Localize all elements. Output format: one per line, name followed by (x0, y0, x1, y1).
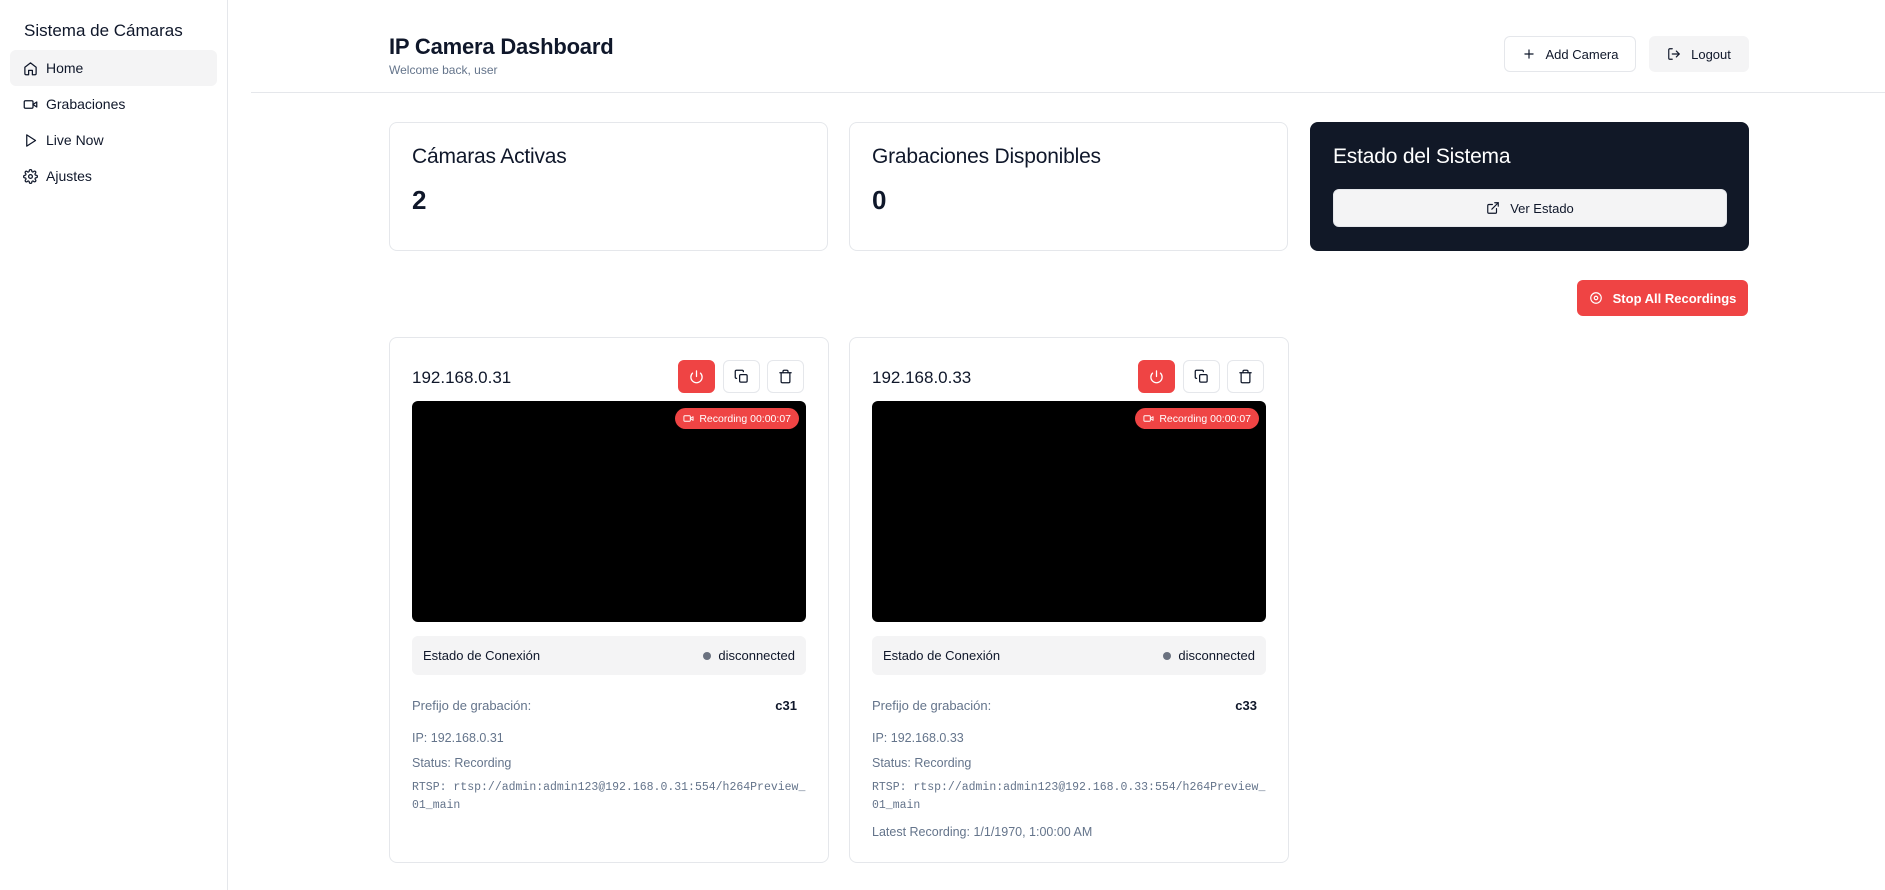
ver-estado-label: Ver Estado (1510, 200, 1574, 216)
recording-badge: Recording 00:00:07 (675, 408, 799, 429)
active-cameras-label: Cámaras Activas (412, 145, 567, 168)
sidebar-item-ajustes[interactable]: Ajustes (10, 158, 217, 194)
video-feed[interactable]: Recording 00:00:07 (412, 401, 806, 622)
ver-estado-button[interactable]: Ver Estado (1333, 189, 1727, 227)
camera-status: Status: Recording (412, 756, 512, 770)
connection-status-text: disconnected (718, 648, 795, 663)
stop-all-recordings-button[interactable]: Stop All Recordings (1577, 280, 1748, 316)
add-camera-button[interactable]: Add Camera (1504, 36, 1636, 72)
connection-status-text: disconnected (1178, 648, 1255, 663)
sidebar-item-label: Live Now (46, 132, 104, 148)
camera-title: 192.168.0.33 (872, 368, 972, 387)
page-header: IP Camera Dashboard Welcome back, user A… (251, 0, 1885, 93)
sidebar-item-label: Ajustes (46, 168, 92, 184)
logout-button[interactable]: Logout (1649, 36, 1749, 72)
external-link-icon (1487, 202, 1500, 214)
camera-rtsp: RTSP: rtsp://admin:admin123@192.168.0.33… (872, 781, 1266, 812)
logout-icon (1668, 48, 1680, 60)
gear-icon (23, 168, 38, 184)
connection-status-row: Estado de Conexión disconnected (412, 636, 806, 675)
video-feed[interactable]: Recording 00:00:07 (872, 401, 1266, 622)
plus-icon (1523, 49, 1534, 59)
active-cameras-value: 2 (412, 185, 427, 215)
recordings-label: Grabaciones Disponibles (872, 145, 1101, 168)
camera-ip: IP: 192.168.0.33 (872, 731, 964, 745)
power-button[interactable] (678, 360, 715, 393)
system-status-label: Estado del Sistema (1333, 145, 1511, 168)
stop-all-label: Stop All Recordings (1612, 290, 1737, 306)
sidebar-nav: Home Grabaciones Live Now Ajustes (0, 50, 227, 194)
camera-status: Status: Recording (872, 756, 972, 770)
trash-icon (779, 369, 792, 384)
logout-label: Logout (1691, 46, 1731, 62)
connection-status-row: Estado de Conexión disconnected (872, 636, 1266, 675)
prefix-label: Prefijo de grabación: (412, 698, 532, 713)
copy-button[interactable] (723, 360, 760, 393)
page-title: IP Camera Dashboard (389, 34, 614, 59)
status-dot (1163, 651, 1172, 660)
camera-ip: IP: 192.168.0.31 (412, 731, 504, 745)
prefix-value: c31 (775, 698, 797, 713)
copy-icon (1194, 369, 1208, 383)
recording-badge-text: Recording 00:00:07 (1159, 412, 1251, 425)
sidebar-item-home[interactable]: Home (10, 50, 217, 86)
recording-badge-text: Recording 00:00:07 (699, 412, 791, 425)
copy-button[interactable] (1183, 360, 1220, 393)
connection-label: Estado de Conexión (883, 648, 1001, 663)
camera-card: 192.168.0.31 Recording 00:00:07 Estado d… (389, 337, 829, 863)
add-camera-label: Add Camera (1545, 46, 1619, 62)
camera-rtsp: RTSP: rtsp://admin:admin123@192.168.0.31… (412, 781, 806, 812)
recording-badge: Recording 00:00:07 (1135, 408, 1259, 429)
recordings-card: Grabaciones Disponibles 0 (849, 122, 1288, 251)
status-dot (703, 651, 712, 660)
recording-prefix-row: Prefijo de grabación: c31 (412, 698, 806, 713)
active-cameras-card: Cámaras Activas 2 (389, 122, 828, 251)
sidebar-item-label: Home (46, 60, 84, 76)
connection-status: disconnected (1163, 648, 1255, 663)
trash-icon (1239, 369, 1252, 384)
connection-status: disconnected (703, 648, 795, 663)
recordings-value: 0 (872, 185, 887, 215)
power-icon (690, 370, 703, 384)
sidebar-item-grabaciones[interactable]: Grabaciones (10, 86, 217, 122)
camera-title: 192.168.0.31 (412, 368, 512, 387)
stop-circle-icon (1589, 292, 1602, 304)
play-icon (26, 133, 37, 147)
prefix-label: Prefijo de grabación: (872, 698, 992, 713)
delete-button[interactable] (1227, 360, 1264, 393)
delete-button[interactable] (767, 360, 804, 393)
sidebar: Sistema de Cámaras Home Grabaciones Live… (0, 0, 228, 890)
power-icon (1150, 370, 1163, 384)
video-icon (1143, 415, 1154, 422)
copy-icon (734, 369, 748, 383)
recording-prefix-row: Prefijo de grabación: c33 (872, 698, 1266, 713)
sidebar-item-live-now[interactable]: Live Now (10, 122, 217, 158)
home-icon (24, 61, 37, 75)
video-icon (683, 415, 694, 422)
app-brand: Sistema de Cámaras (24, 21, 183, 40)
welcome-text: Welcome back, user (389, 63, 498, 77)
video-icon (23, 99, 38, 109)
latest-recording: Latest Recording: 1/1/1970, 1:00:00 AM (872, 825, 1093, 839)
connection-label: Estado de Conexión (423, 648, 541, 663)
power-button[interactable] (1138, 360, 1175, 393)
camera-card: 192.168.0.33 Recording 00:00:07 Estado d… (849, 337, 1289, 863)
system-status-card: Estado del Sistema Ver Estado (1310, 122, 1749, 251)
sidebar-item-label: Grabaciones (46, 96, 126, 112)
prefix-value: c33 (1235, 698, 1257, 713)
